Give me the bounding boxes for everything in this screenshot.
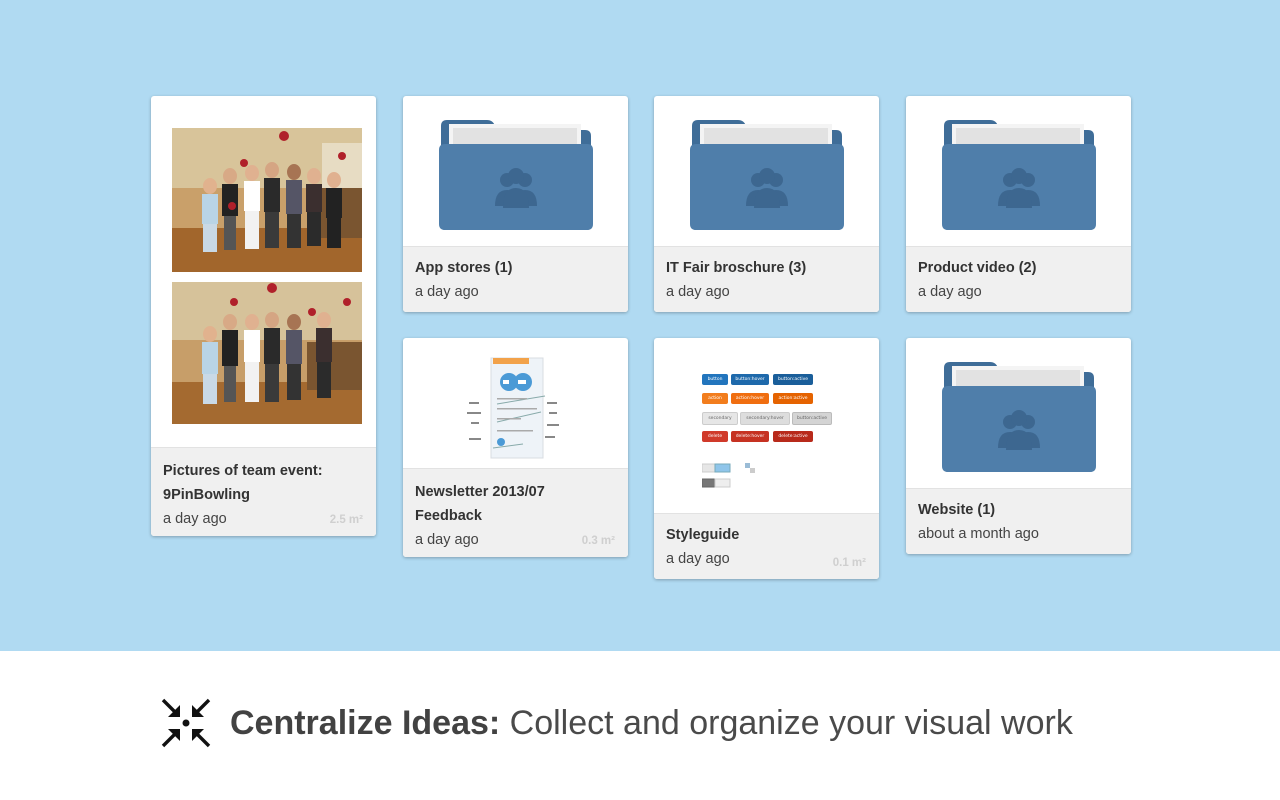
card-title: Newsletter 2013/07 xyxy=(415,484,545,500)
card-title: IT Fair broschure (3) xyxy=(666,260,807,276)
collapse-arrows-icon xyxy=(161,698,211,748)
sample-button: secondary:hover xyxy=(740,412,790,425)
tagline-text: Centralize Ideas: Collect and organize y… xyxy=(230,704,1073,743)
sample-button: action:active xyxy=(773,393,813,404)
sample-button: button xyxy=(702,374,728,385)
card-app-stores[interactable]: App stores (1) a day ago xyxy=(403,96,628,312)
sample-button: delete:active xyxy=(773,431,813,442)
card-meta: Newsletter 2013/07 Feedback a day ago 0.… xyxy=(403,468,628,557)
card-time: a day ago xyxy=(666,284,730,300)
card-meta: Pictures of team event: 9PinBowling a da… xyxy=(151,447,376,536)
sample-button: action:hover xyxy=(731,393,769,404)
sample-button: action xyxy=(702,393,728,404)
card-title-line2: 9PinBowling xyxy=(163,487,250,503)
sample-button: secondary xyxy=(702,412,738,425)
sample-button: delete xyxy=(702,431,728,442)
card-newsletter[interactable]: Newsletter 2013/07 Feedback a day ago 0.… xyxy=(403,338,628,557)
card-size: 2.5 m² xyxy=(329,514,363,526)
tagline: Centralize Ideas: Collect and organize y… xyxy=(160,695,1073,751)
card-styleguide[interactable]: button button:hover button:active action… xyxy=(654,338,879,579)
newsletter-sketch-thumbnail xyxy=(463,352,563,462)
card-it-fair[interactable]: IT Fair broschure (3) a day ago xyxy=(654,96,879,312)
card-meta: Product video (2) a day ago xyxy=(906,246,1131,312)
card-time: a day ago xyxy=(415,284,479,300)
sample-button: button:active xyxy=(773,374,813,385)
card-time: a day ago xyxy=(918,284,982,300)
card-website[interactable]: Website (1) about a month ago xyxy=(906,338,1131,554)
sample-button: delete:hover xyxy=(731,431,769,442)
shared-folder-icon xyxy=(688,116,846,232)
card-meta: IT Fair broschure (3) a day ago xyxy=(654,246,879,312)
card-product-video[interactable]: Product video (2) a day ago xyxy=(906,96,1131,312)
card-title: App stores (1) xyxy=(415,260,513,276)
team-photo-1 xyxy=(172,128,362,272)
styleguide-thumbnail: button button:hover button:active action… xyxy=(654,338,879,513)
sample-button: button:hover xyxy=(731,374,769,385)
tagline-bold: Centralize Ideas: xyxy=(230,703,501,742)
card-team-event[interactable]: Pictures of team event: 9PinBowling a da… xyxy=(151,96,376,536)
card-meta: App stores (1) a day ago xyxy=(403,246,628,312)
team-photo-2 xyxy=(172,282,362,424)
card-time: about a month ago xyxy=(918,526,1039,542)
shared-folder-icon xyxy=(940,116,1098,232)
shared-folder-icon xyxy=(437,116,595,232)
card-title: Product video (2) xyxy=(918,260,1037,276)
card-size: 0.3 m² xyxy=(581,535,615,547)
card-meta: Website (1) about a month ago xyxy=(906,488,1131,554)
card-title: Pictures of team event: xyxy=(163,463,323,479)
card-title: Website (1) xyxy=(918,502,996,518)
styleguide-widgets xyxy=(702,463,755,488)
card-title-line2: Feedback xyxy=(415,508,482,524)
card-size: 0.1 m² xyxy=(832,557,866,569)
tagline-rest: Collect and organize your visual work xyxy=(500,703,1073,742)
shared-folder-icon xyxy=(940,358,1098,474)
card-title: Styleguide xyxy=(666,527,740,543)
card-meta: Styleguide a day ago 0.1 m² xyxy=(654,513,879,579)
sample-button: button:active xyxy=(792,412,832,425)
